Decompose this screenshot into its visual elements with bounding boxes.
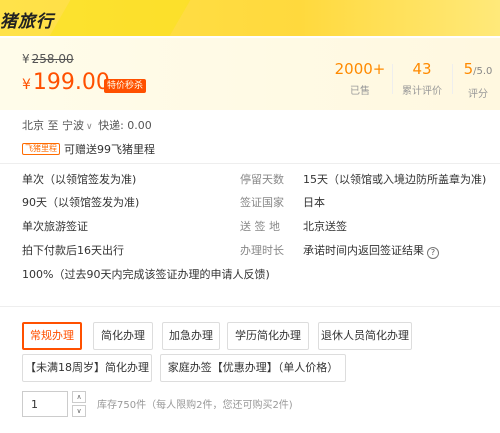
mileage-perk: 飞猪里程 可赠送99飞猪里程 bbox=[22, 141, 155, 157]
mileage-text: 可赠送99飞猪里程 bbox=[64, 143, 155, 156]
stock-info: 库存750件（每人限购2件，您还可购买2件) bbox=[97, 400, 293, 411]
visa-type: 单次旅游签证 bbox=[22, 220, 88, 233]
chevron-down-icon[interactable]: ∨ bbox=[86, 122, 93, 132]
current-currency: ¥ bbox=[22, 77, 31, 93]
brand-header: 猪旅行 bbox=[0, 0, 500, 36]
shop-title[interactable]: 猪旅行 bbox=[0, 7, 54, 32]
section-divider bbox=[0, 306, 500, 307]
approval-rate: 100%（过去90天内完成该签证办理的申请人反馈) bbox=[22, 268, 270, 281]
visa-country-label: 签证国家 bbox=[240, 196, 284, 209]
processing-time-value: 承诺时间内返回签证结果? bbox=[303, 244, 439, 259]
stat-sold-label: 已售 bbox=[350, 86, 370, 97]
original-currency: ¥ bbox=[22, 52, 30, 66]
flash-sale-badge: 特价秒杀 bbox=[104, 79, 147, 93]
chevron-up-icon[interactable]: ∧ bbox=[72, 391, 86, 403]
quantity-field[interactable]: 1 bbox=[22, 391, 68, 417]
stat-reviews-label: 累计评价 bbox=[402, 86, 442, 97]
option-express[interactable]: 加急办理 bbox=[162, 322, 220, 350]
price-panel: ¥258.00 ¥199.00 特价秒杀 2000+ 已售 43 累计评价 5/… bbox=[0, 38, 500, 110]
route-text[interactable]: 北京 至 宁波 bbox=[22, 119, 84, 132]
stat-rating: 5/5.0 评分 bbox=[456, 60, 500, 100]
submission-location-value: 北京送签 bbox=[303, 220, 347, 233]
option-retiree[interactable]: 退休人员简化办理 bbox=[318, 322, 412, 350]
section-divider bbox=[0, 163, 500, 164]
entry-type: 单次（以领馆签发为准) bbox=[22, 173, 137, 186]
original-price: ¥258.00 bbox=[22, 52, 74, 66]
stay-days-value: 15天（以领馆或入境边防所盖章为准) bbox=[303, 173, 487, 186]
stat-sold-value: 2000+ bbox=[334, 60, 386, 78]
stat-reviews[interactable]: 43 累计评价 bbox=[396, 60, 448, 97]
departure-schedule: 拍下付款后16天出行 bbox=[22, 244, 124, 257]
delivery-fee: 快递: 0.00 bbox=[98, 119, 152, 132]
option-family[interactable]: 家庭办签【优惠办理】（单人价格） bbox=[160, 354, 346, 382]
current-price: ¥199.00 bbox=[22, 70, 110, 95]
original-price-value: 258.00 bbox=[31, 52, 74, 66]
stay-days-label: 停留天数 bbox=[240, 173, 284, 186]
processing-time-label: 办理时长 bbox=[240, 244, 284, 257]
current-price-value: 199.00 bbox=[32, 70, 110, 95]
option-minor[interactable]: 【未满18周岁】简化办理 bbox=[22, 354, 152, 382]
stat-rating-value: 5/5.0 bbox=[463, 60, 493, 78]
stat-rating-scale: /5.0 bbox=[473, 66, 493, 77]
header-decoration bbox=[49, 0, 191, 36]
visa-country-value: 日本 bbox=[303, 196, 325, 209]
stat-divider bbox=[452, 64, 453, 94]
question-icon[interactable]: ? bbox=[427, 247, 439, 259]
chevron-down-icon[interactable]: ∨ bbox=[72, 405, 86, 417]
validity: 90天（以领馆签发为准) bbox=[22, 196, 140, 209]
mileage-tag: 飞猪里程 bbox=[22, 143, 60, 155]
submission-location-label: 送 签 地 bbox=[240, 220, 280, 233]
route-info: 北京 至 宁波 ∨ 快递: 0.00 bbox=[22, 117, 152, 133]
stat-divider bbox=[392, 64, 393, 94]
quantity-value: 1 bbox=[31, 398, 38, 411]
stat-rating-label: 评分 bbox=[468, 89, 488, 100]
option-regular[interactable]: 常规办理 bbox=[22, 322, 82, 350]
option-simplified[interactable]: 简化办理 bbox=[93, 322, 153, 350]
stat-sold: 2000+ 已售 bbox=[332, 60, 388, 97]
stat-reviews-value: 43 bbox=[412, 60, 432, 78]
option-education[interactable]: 学历简化办理 bbox=[227, 322, 309, 350]
